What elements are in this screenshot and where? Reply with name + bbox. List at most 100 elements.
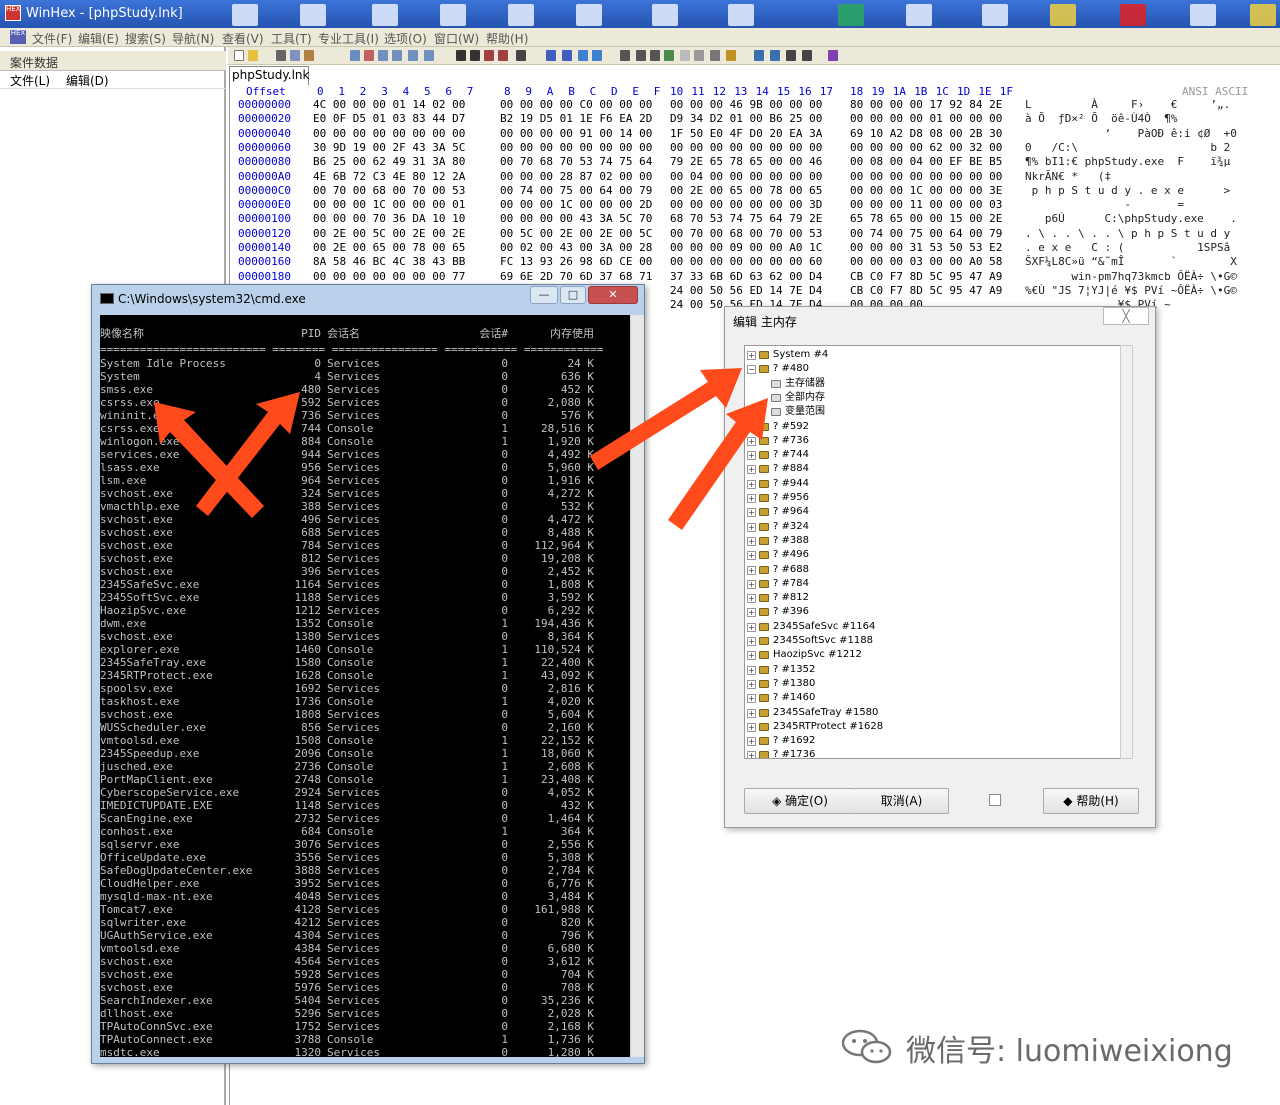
- tree-node[interactable]: + ? #964: [745, 505, 1125, 519]
- tree-node[interactable]: + ? #688: [745, 563, 1125, 577]
- hex-ascii[interactable]: p6Ú C:\phpStudy.exe .: [1025, 212, 1237, 225]
- hex-bytes[interactable]: 24 00 50 56 ED 14 7E D4: [670, 284, 822, 297]
- grid-icon[interactable]: [770, 50, 780, 61]
- hex-bytes[interactable]: 00 02 00 43 00 3A 00 28: [500, 241, 652, 254]
- option-checkbox[interactable]: [989, 794, 1001, 806]
- tree-node[interactable]: + ? #396: [745, 605, 1125, 619]
- hex-bytes[interactable]: 00 00 00 00 00 00 00 00: [500, 141, 652, 154]
- hex-ascii[interactable]: . \ . . \ . . \ p h p S t u d y: [1025, 227, 1230, 240]
- expand-toggle-icon[interactable]: +: [747, 451, 756, 461]
- copy-icon[interactable]: [378, 50, 388, 61]
- cmd-scrollbar[interactable]: [630, 315, 644, 1057]
- find-icon[interactable]: [456, 50, 466, 61]
- expand-toggle-icon[interactable]: +: [747, 637, 756, 646]
- properties-icon[interactable]: [304, 50, 314, 61]
- expand-toggle-icon[interactable]: +: [747, 622, 756, 632]
- tree-node[interactable]: +2345RTProtect #1628: [745, 720, 1125, 734]
- hex-bytes[interactable]: 00 74 00 75 00 64 00 79: [500, 184, 652, 197]
- case-menu-file[interactable]: 文件(L): [10, 72, 50, 89]
- tree-node[interactable]: + ? #1736: [745, 748, 1125, 758]
- replace-hex-icon[interactable]: [498, 50, 508, 61]
- hex-bytes[interactable]: 1F 50 E0 4F D0 20 EA 3A: [670, 127, 822, 140]
- hex-bytes[interactable]: 00 2E 00 65 00 78 00 65: [670, 184, 822, 197]
- hex-bytes[interactable]: 00 00 00 03 00 00 A0 58: [850, 255, 1002, 268]
- hex-bytes[interactable]: 00 2E 00 5C 00 2E 00 2E: [313, 227, 465, 240]
- expand-toggle-icon[interactable]: +: [747, 422, 756, 432]
- hex-row[interactable]: 00000040 00 00 00 00 00 00 00 00 00 00 00 …: [230, 127, 1280, 141]
- menu-edit[interactable]: 编辑(E): [78, 30, 119, 47]
- hex-bytes[interactable]: 00 00 00 00 01 00 00 00: [850, 112, 1002, 125]
- hex-row[interactable]: 00000120 00 2E 00 5C 00 2E 00 2E 00 5C 00 …: [230, 227, 1280, 241]
- hex-bytes[interactable]: 68 70 53 74 75 64 79 2E: [670, 212, 822, 225]
- menu-tools[interactable]: 工具(T): [271, 30, 312, 47]
- paste-icon[interactable]: [392, 50, 402, 61]
- hex-bytes[interactable]: 00 00 00 11 00 00 00 03: [850, 198, 1002, 211]
- hex-row[interactable]: 00000080 B6 25 00 62 49 31 3A 80 00 70 68 …: [230, 155, 1280, 169]
- extension-icon[interactable]: [828, 50, 838, 61]
- expand-toggle-icon[interactable]: +: [747, 465, 756, 475]
- hex-row[interactable]: 00000100 00 00 00 70 36 DA 10 10 00 00 00 …: [230, 212, 1280, 226]
- disk-icon[interactable]: [620, 50, 630, 61]
- hex-ascii[interactable]: NkrÃN€ * (‡: [1025, 170, 1111, 183]
- hex-ascii[interactable]: à Õ ƒD×² Õ öê-Ù4Ò ¶%: [1025, 112, 1177, 125]
- expand-toggle-icon[interactable]: +: [747, 536, 756, 546]
- hex-bytes[interactable]: D9 34 D2 01 00 B6 25 00: [670, 112, 822, 125]
- tree-node[interactable]: + ? #944: [745, 477, 1125, 491]
- hex-row[interactable]: 000000E0 00 00 00 1C 00 00 00 01 00 00 00 …: [230, 198, 1280, 212]
- maximize-button[interactable]: □: [560, 286, 586, 304]
- expand-toggle-icon[interactable]: +: [747, 694, 756, 704]
- hex-bytes[interactable]: 00 00 00 00 C0 00 00 00: [500, 98, 652, 111]
- tree-node[interactable]: + ? #388: [745, 534, 1125, 548]
- expand-toggle-icon[interactable]: +: [747, 494, 756, 503]
- hex-ascii[interactable]: ¶% bI1:€ phpStudy.exe F ï¾µ: [1025, 155, 1230, 168]
- expand-toggle-icon[interactable]: +: [747, 551, 756, 561]
- menu-view[interactable]: 查看(V): [222, 30, 264, 47]
- expand-toggle-icon[interactable]: +: [747, 522, 756, 532]
- ok-button[interactable]: ◈ 确定(O): [744, 788, 856, 814]
- hex-bytes[interactable]: 00 74 00 75 00 64 00 79: [850, 227, 1002, 240]
- hex-bytes[interactable]: 69 6E 2D 70 6D 37 68 71: [500, 270, 652, 283]
- cancel-button[interactable]: 取消(A): [855, 788, 949, 814]
- hex-bytes[interactable]: 00 00 00 1C 00 00 00 3E: [850, 184, 1002, 197]
- open-icon[interactable]: [248, 50, 258, 61]
- expand-toggle-icon[interactable]: +: [747, 651, 756, 661]
- tree-node[interactable]: + ? #1692: [745, 734, 1125, 748]
- tree-node[interactable]: + ? #744: [745, 448, 1125, 462]
- find-hex-icon[interactable]: [470, 50, 480, 61]
- checksum-icon[interactable]: [664, 50, 674, 61]
- tree-node[interactable]: + ? #884: [745, 462, 1125, 476]
- save-icon[interactable]: [276, 50, 286, 61]
- next-icon[interactable]: [802, 50, 812, 61]
- expand-toggle-icon[interactable]: +: [747, 351, 756, 360]
- tree-node[interactable]: +2345SafeTray #1580: [745, 706, 1125, 720]
- search-icon[interactable]: [680, 50, 690, 61]
- hex-menu-icon[interactable]: HEX: [10, 30, 26, 44]
- hex-bytes[interactable]: 69 10 A2 D8 08 00 2B 30: [850, 127, 1002, 140]
- hex-bytes[interactable]: 00 70 00 68 00 70 00 53: [670, 227, 822, 240]
- hex-bytes[interactable]: 00 00 00 70 36 DA 10 10: [313, 212, 465, 225]
- expand-toggle-icon[interactable]: −: [747, 365, 756, 375]
- find-next-icon[interactable]: [516, 50, 526, 61]
- tree-node[interactable]: + ? #1460: [745, 691, 1125, 705]
- goto-page-icon[interactable]: [562, 50, 572, 61]
- undo-icon[interactable]: [350, 50, 360, 61]
- file-tab[interactable]: phpStudy.lnk: [229, 66, 309, 85]
- hex-bytes[interactable]: CB C0 F7 8D 5C 95 47 A9: [850, 270, 1002, 283]
- hex-bytes[interactable]: 00 00 00 00 00 00 00 60: [670, 255, 822, 268]
- hex-bytes[interactable]: 00 00 00 00 00 00 00 00: [313, 127, 465, 140]
- hex-bytes[interactable]: FC 13 93 26 98 6D CE 00: [500, 255, 652, 268]
- help-button[interactable]: ◆ 帮助(H): [1043, 788, 1139, 814]
- hex-ascii[interactable]: L À F› € ’„.: [1025, 98, 1230, 111]
- tree-node[interactable]: + ? #736: [745, 434, 1125, 448]
- hex-bytes[interactable]: 00 08 00 04 00 EF BE B5: [850, 155, 1002, 168]
- expand-toggle-icon[interactable]: +: [747, 751, 756, 758]
- menu-navigate[interactable]: 导航(N): [172, 30, 214, 47]
- hex-row[interactable]: 00000020 E0 0F D5 01 03 83 44 D7 B2 19 D5 …: [230, 112, 1280, 126]
- tree-node[interactable]: − ? #480: [745, 362, 1125, 376]
- hex-bytes[interactable]: 00 00 00 00 00 00 00 77: [313, 270, 465, 283]
- tree-node[interactable]: 全部内存: [745, 391, 1125, 405]
- tree-node[interactable]: + ? #324: [745, 520, 1125, 534]
- tree-node[interactable]: 变量范围: [745, 405, 1125, 419]
- hex-bytes[interactable]: 4C 00 00 00 01 14 02 00: [313, 98, 465, 111]
- settings-icon[interactable]: [726, 50, 736, 61]
